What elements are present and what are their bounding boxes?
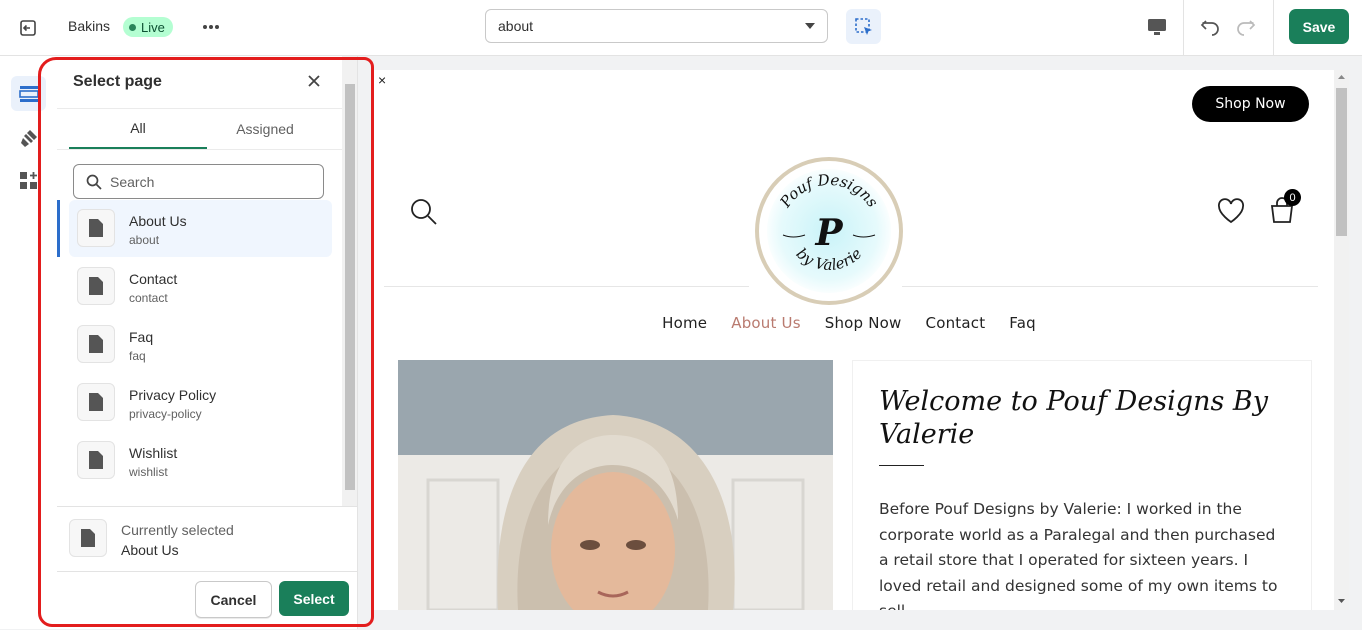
page-icon bbox=[77, 441, 115, 479]
redo-button[interactable] bbox=[1233, 14, 1259, 40]
page-handle: faq bbox=[129, 349, 146, 363]
search-input[interactable]: Search bbox=[73, 164, 324, 199]
page-icon bbox=[69, 519, 107, 557]
list-item[interactable]: Faq faq bbox=[69, 316, 332, 373]
select-button[interactable]: Select bbox=[279, 581, 349, 616]
status-dot-icon bbox=[129, 23, 136, 31]
menu-item-faq[interactable]: Faq bbox=[1009, 314, 1036, 332]
exit-icon bbox=[20, 20, 36, 36]
storefront-preview: × Shop Now Pouf Designs by Valerie P 0 H… bbox=[374, 70, 1334, 610]
logo-artwork: Pouf Designs by Valerie P bbox=[776, 171, 882, 275]
page-selector[interactable]: about bbox=[485, 9, 828, 43]
undo-button[interactable] bbox=[1197, 14, 1223, 40]
redo-icon bbox=[1237, 20, 1256, 36]
page-title: Contact bbox=[129, 271, 178, 287]
close-icon bbox=[308, 75, 320, 87]
heading-underline bbox=[879, 465, 924, 466]
apps-icon bbox=[19, 171, 37, 189]
search-icon[interactable] bbox=[410, 198, 438, 231]
logo-letter: P bbox=[814, 212, 843, 254]
menu-item-about-us[interactable]: About Us bbox=[731, 314, 801, 332]
panel-title: Select page bbox=[73, 73, 162, 90]
store-logo[interactable]: Pouf Designs by Valerie P bbox=[755, 157, 903, 305]
undo-icon bbox=[1200, 20, 1219, 36]
close-announcement-button[interactable]: × bbox=[378, 72, 386, 88]
more-actions-button[interactable] bbox=[198, 14, 224, 40]
device-preview-button[interactable] bbox=[1144, 14, 1170, 40]
cart-count-badge: 0 bbox=[1284, 189, 1301, 206]
logo-top-text: Pouf Designs bbox=[776, 171, 882, 212]
search-placeholder: Search bbox=[110, 173, 155, 190]
svg-text:Pouf Designs: Pouf Designs bbox=[776, 171, 882, 212]
page-handle: about bbox=[129, 233, 160, 247]
page-title: Faq bbox=[129, 329, 154, 345]
list-item[interactable]: About Us about bbox=[69, 200, 332, 257]
header-divider bbox=[902, 286, 1318, 287]
save-button[interactable]: Save bbox=[1289, 9, 1349, 44]
preview-scrollbar-thumb[interactable] bbox=[1336, 88, 1347, 236]
list-item[interactable]: Privacy Policy privacy-policy bbox=[69, 374, 332, 431]
menu-item-contact[interactable]: Contact bbox=[926, 314, 986, 332]
current-selection: Currently selected About Us bbox=[57, 506, 357, 572]
app-embeds-nav-button[interactable] bbox=[11, 163, 46, 198]
status-badge-label: Live bbox=[141, 19, 165, 35]
scroll-up-icon bbox=[1338, 75, 1345, 79]
about-photo bbox=[398, 360, 833, 610]
tab-assigned[interactable]: Assigned bbox=[196, 109, 334, 149]
shop-now-button[interactable]: Shop Now bbox=[1192, 86, 1309, 122]
toolbar-divider bbox=[1183, 0, 1184, 55]
list-item[interactable]: Wishlist wishlist bbox=[69, 432, 332, 489]
theme-settings-nav-button[interactable] bbox=[11, 120, 46, 155]
status-badge: Live bbox=[123, 17, 173, 37]
editor-topbar: Bakins Live about Save bbox=[0, 0, 1362, 56]
select-element-icon bbox=[854, 17, 872, 35]
panel-scrollbar-thumb[interactable] bbox=[345, 84, 355, 490]
editor-sidebar-nav bbox=[0, 56, 58, 629]
sections-nav-button[interactable] bbox=[11, 76, 46, 111]
toolbar-divider bbox=[1273, 0, 1274, 55]
desktop-icon bbox=[1148, 19, 1166, 35]
preview-scrollbar[interactable] bbox=[1334, 70, 1349, 610]
menu-item-home[interactable]: Home bbox=[662, 314, 707, 332]
page-handle: wishlist bbox=[129, 465, 168, 479]
current-selection-label: Currently selected bbox=[121, 522, 234, 538]
tab-all[interactable]: All bbox=[69, 109, 207, 149]
exit-editor-button[interactable] bbox=[14, 14, 42, 42]
main-menu: Home About Us Shop Now Contact Faq bbox=[374, 314, 1334, 332]
inspector-toggle-button[interactable] bbox=[846, 9, 881, 44]
select-page-panel: Select page All Assigned Search About Us… bbox=[57, 56, 358, 629]
page-icon bbox=[77, 383, 115, 421]
page-icon bbox=[77, 267, 115, 305]
close-panel-button[interactable] bbox=[302, 69, 326, 93]
page-title: Privacy Policy bbox=[129, 387, 217, 403]
list-item[interactable]: Contact contact bbox=[69, 258, 332, 315]
about-text-card: Welcome to Pouf Designs By Valerie Befor… bbox=[852, 360, 1312, 610]
current-selection-value: About Us bbox=[121, 542, 179, 558]
cancel-button[interactable]: Cancel bbox=[195, 581, 272, 618]
search-icon bbox=[86, 174, 102, 190]
store-name: Bakins bbox=[68, 18, 111, 34]
header-divider bbox=[384, 286, 749, 287]
page-selector-value: about bbox=[498, 18, 534, 34]
about-body-text: Before Pouf Designs by Valerie: I worked… bbox=[879, 500, 1278, 610]
page-title: Wishlist bbox=[129, 445, 178, 461]
sections-icon bbox=[18, 85, 39, 102]
page-icon bbox=[77, 325, 115, 363]
panel-scrollbar[interactable] bbox=[342, 56, 357, 506]
page-title: About Us bbox=[129, 213, 187, 229]
page-handle: contact bbox=[129, 291, 168, 305]
selected-indicator bbox=[57, 200, 60, 257]
scroll-down-icon bbox=[1338, 599, 1345, 603]
paintbrush-icon bbox=[20, 129, 37, 147]
more-horizontal-icon bbox=[203, 25, 219, 29]
page-icon bbox=[77, 209, 115, 247]
menu-item-shop-now[interactable]: Shop Now bbox=[825, 314, 902, 332]
panel-actions: Cancel Select bbox=[57, 571, 357, 630]
about-heading: Welcome to Pouf Designs By Valerie bbox=[879, 386, 1269, 450]
wishlist-heart-icon[interactable] bbox=[1217, 198, 1245, 229]
caret-down-icon bbox=[805, 23, 815, 29]
page-filter-tabs: All Assigned bbox=[57, 108, 342, 150]
page-handle: privacy-policy bbox=[129, 407, 202, 421]
